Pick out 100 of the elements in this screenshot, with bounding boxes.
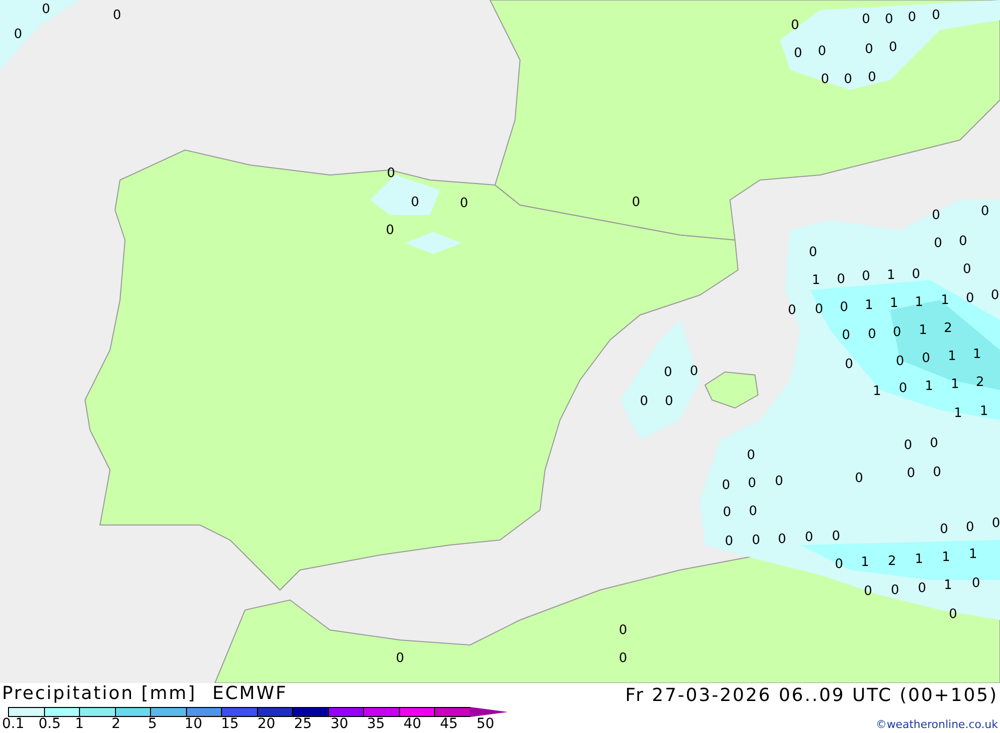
precip-value-label: 1 xyxy=(890,296,898,311)
precip-value-label: 0 xyxy=(42,2,50,17)
precip-value-label: 0 xyxy=(722,505,732,520)
precip-value-label: 0 xyxy=(932,8,940,23)
precip-value-label: 0 xyxy=(864,42,874,57)
precip-value-label: 0 xyxy=(884,12,894,27)
precip-value-label: 2 xyxy=(888,554,896,569)
precip-value-label: 1 xyxy=(954,406,962,421)
precipitation-area xyxy=(405,232,462,254)
precip-value-label: 0 xyxy=(618,623,628,638)
precip-value-label: 0 xyxy=(664,365,672,380)
precip-value-label: 0 xyxy=(892,325,902,340)
precip-value-label: 1 xyxy=(950,377,960,392)
legend-value-label: 40 xyxy=(404,717,422,732)
precip-value-label: 1 xyxy=(864,298,874,313)
precip-value-label: 0 xyxy=(888,40,898,55)
precip-value-label: 1 xyxy=(972,347,982,362)
precip-value-label: 0 xyxy=(804,530,814,545)
precip-value-label: 1 xyxy=(918,323,928,338)
precip-value-label: 0 xyxy=(746,448,756,463)
precip-value-label: 0 xyxy=(778,532,786,547)
precip-value-label: 0 xyxy=(690,364,698,379)
precip-value-label: 0 xyxy=(890,583,900,598)
precip-value-label: 0 xyxy=(640,394,648,409)
precip-value-label: 0 xyxy=(904,438,912,453)
precip-value-label: 1 xyxy=(942,550,950,565)
precip-value-label: 0 xyxy=(934,236,942,251)
precip-value-label: 0 xyxy=(460,196,468,211)
precip-value-label: 1 xyxy=(948,349,956,364)
precip-value-label: 0 xyxy=(966,520,974,535)
precip-value-label: 1 xyxy=(886,268,896,283)
precip-value-label: 1 xyxy=(968,547,978,562)
island-landmass xyxy=(704,371,759,409)
precip-value-label: 1 xyxy=(924,379,934,394)
precip-value-label: 0 xyxy=(898,381,908,396)
legend-value-label: 35 xyxy=(367,717,385,732)
precip-value-label: 0 xyxy=(818,44,826,59)
legend-value-label: 2 xyxy=(112,717,120,732)
precip-value-label: 0 xyxy=(906,466,916,481)
precip-value-label: 0 xyxy=(790,18,800,33)
precip-value-label: 0 xyxy=(862,269,870,284)
precip-value-label: 0 xyxy=(386,166,396,181)
precip-value-label: 0 xyxy=(814,302,824,317)
precip-value-label: 0 xyxy=(386,223,394,238)
precip-value-label: 0 xyxy=(896,354,904,369)
legend-value-label: 25 xyxy=(294,717,312,732)
precip-value-label: 0 xyxy=(664,394,674,409)
precip-value-label: 0 xyxy=(774,474,784,489)
precip-value-label: 2 xyxy=(944,321,952,336)
precip-value-label: 1 xyxy=(940,293,950,308)
precip-value-label: 0 xyxy=(908,10,916,25)
precip-value-label: 0 xyxy=(854,471,864,486)
precip-value-label: 0 xyxy=(788,303,796,318)
precip-value-label: 0 xyxy=(112,8,122,23)
precip-value-label: 0 xyxy=(932,465,942,480)
precip-value-label: 0 xyxy=(932,208,940,223)
precip-value-label: 0 xyxy=(752,533,760,548)
precip-value-label: 0 xyxy=(832,529,840,544)
precip-value-label: 0 xyxy=(990,288,1000,303)
precip-value-label: 0 xyxy=(966,291,974,306)
copyright-link[interactable]: ©weatheronline.co.uk xyxy=(876,718,998,731)
precip-value-label: 1 xyxy=(812,273,820,288)
precip-value-label: 0 xyxy=(748,476,756,491)
precip-value-label: 0 xyxy=(868,70,876,85)
precip-value-label: 0 xyxy=(844,357,854,372)
precip-value-label: 0 xyxy=(844,72,852,87)
legend-value-label: 5 xyxy=(148,717,157,732)
precip-value-label: 0 xyxy=(722,478,730,493)
legend-value-label: 45 xyxy=(440,717,458,732)
precip-value-label: 0 xyxy=(820,72,830,87)
precip-value-label: 0 xyxy=(918,581,926,596)
precip-value-label: 0 xyxy=(940,522,948,537)
precip-value-label: 0 xyxy=(912,267,920,282)
precip-value-label: 0 xyxy=(808,245,818,260)
precip-value-label: 1 xyxy=(944,578,952,593)
legend-value-label: 15 xyxy=(221,717,239,732)
precip-value-label: 0 xyxy=(748,504,758,519)
precip-value-label: 1 xyxy=(872,384,882,399)
precip-value-label: 0 xyxy=(980,204,990,219)
precip-value-label: 1 xyxy=(914,552,924,567)
precip-value-label: 1 xyxy=(914,295,924,310)
legend-value-label: 0.5 xyxy=(38,717,61,732)
precip-value-label: 0 xyxy=(862,12,870,27)
model-name: ECMWF xyxy=(212,683,288,705)
precip-value-label: 0 xyxy=(868,327,876,342)
precip-value-label: 2 xyxy=(976,375,984,390)
precip-value-label: 0 xyxy=(632,195,640,210)
precip-value-label: 0 xyxy=(864,584,872,599)
precip-value-label: 0 xyxy=(930,436,938,451)
legend-title: Precipitation [mm] xyxy=(2,683,196,705)
precip-value-label: 0 xyxy=(842,328,850,343)
legend-value-label: 30 xyxy=(330,717,348,732)
legend-value-label: 50 xyxy=(476,717,494,732)
precip-value-label: 1 xyxy=(980,404,988,419)
precip-value-label: 0 xyxy=(836,272,846,287)
precip-value-label: 0 xyxy=(834,557,844,572)
precip-value-label: 1 xyxy=(860,555,870,570)
precip-value-label: 0 xyxy=(794,46,802,61)
legend-value-label: 0.1 xyxy=(2,717,24,732)
precip-value-label: 0 xyxy=(972,576,980,591)
